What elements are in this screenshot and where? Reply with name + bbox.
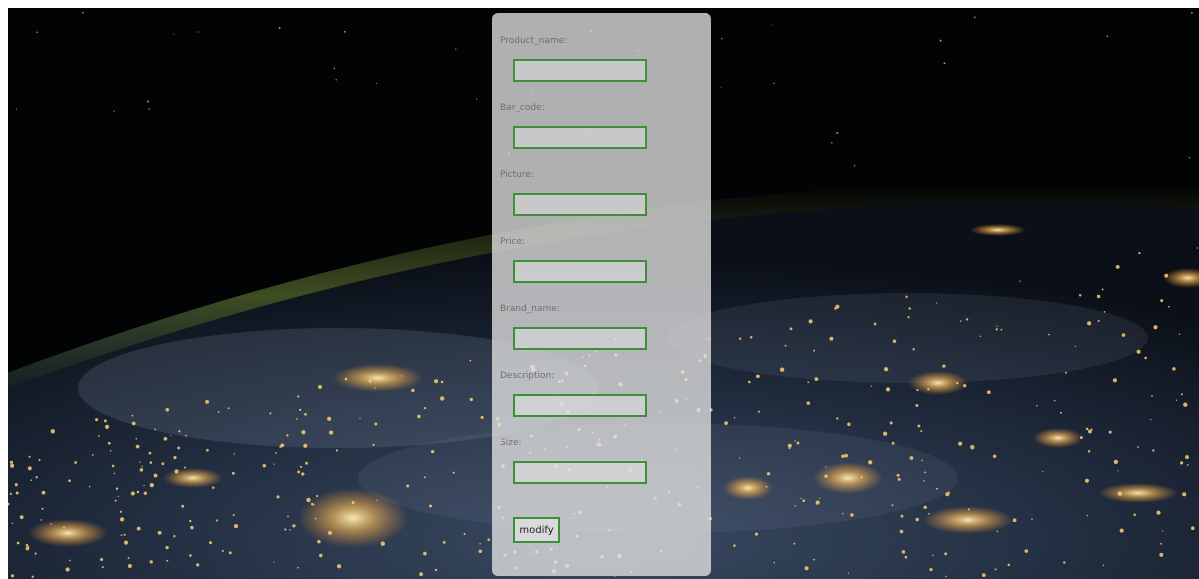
picture-label: Picture: — [500, 170, 534, 180]
description-input[interactable] — [513, 394, 647, 417]
price-input[interactable] — [513, 260, 647, 283]
size-label: Size: — [500, 438, 522, 448]
bar-code-input[interactable] — [513, 126, 647, 149]
brand-name-input[interactable] — [513, 327, 647, 350]
product-form-panel: Product_name: Bar_code: Picture: Price: … — [492, 13, 711, 576]
price-label: Price: — [500, 237, 525, 247]
size-input[interactable] — [513, 461, 647, 484]
description-label: Description: — [500, 371, 555, 381]
brand-name-label: Brand_name: — [500, 304, 560, 314]
modify-button[interactable]: modify — [513, 517, 560, 543]
picture-input[interactable] — [513, 193, 647, 216]
bar-code-label: Bar_code: — [500, 103, 545, 113]
product-name-input[interactable] — [513, 59, 647, 82]
page-viewport: Product_name: Bar_code: Picture: Price: … — [8, 8, 1199, 579]
product-name-label: Product_name: — [500, 36, 568, 46]
